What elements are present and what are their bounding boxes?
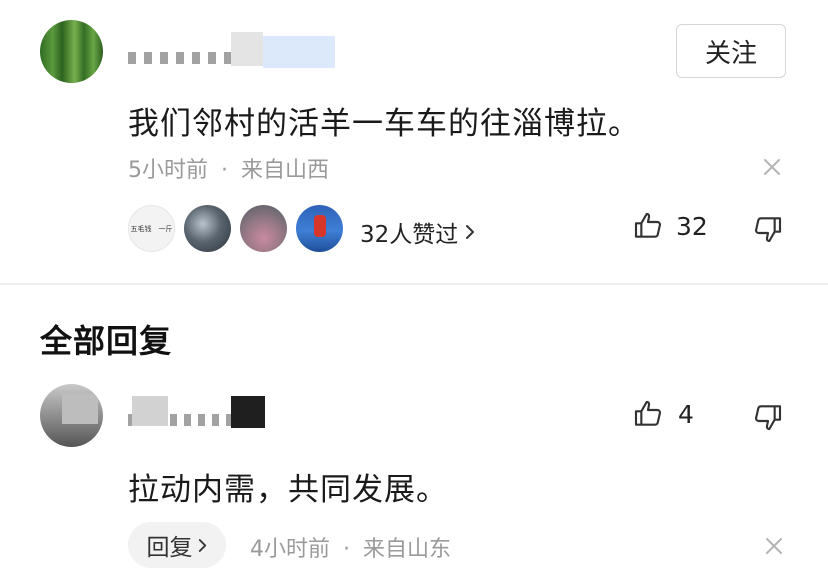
comment-time: 5小时前 xyxy=(128,158,208,183)
meta-separator: · xyxy=(221,158,228,183)
close-icon[interactable] xyxy=(762,534,786,558)
reply-dislike-button[interactable] xyxy=(752,401,784,433)
likers-count-text: 32人赞过 xyxy=(360,222,459,248)
close-icon[interactable] xyxy=(760,155,784,179)
follow-button[interactable]: 关注 xyxy=(676,24,786,78)
liker-avatar[interactable] xyxy=(296,205,343,252)
reply-location: 来自山东 xyxy=(363,537,452,562)
reply-button[interactable]: 回复 xyxy=(128,522,226,568)
reply-like-button[interactable]: 4 xyxy=(632,398,694,430)
commenter-username-redacted[interactable] xyxy=(128,32,338,70)
meta-separator: · xyxy=(343,537,350,562)
liker-avatar[interactable] xyxy=(184,205,231,252)
liker-avatar[interactable] xyxy=(240,205,287,252)
replier-username-redacted[interactable] xyxy=(128,396,268,430)
reply-button-label: 回复 xyxy=(146,535,193,561)
thumbs-down-icon xyxy=(752,401,784,433)
chevron-right-icon xyxy=(464,224,476,240)
comment-location: 来自山西 xyxy=(241,158,330,183)
thumbs-down-icon xyxy=(752,213,784,245)
commenter-avatar[interactable] xyxy=(40,20,103,83)
reply-like-count: 4 xyxy=(678,399,694,429)
likers-link[interactable]: 32人赞过 xyxy=(360,215,476,249)
section-divider xyxy=(0,283,828,285)
like-button[interactable]: 32 xyxy=(632,210,708,242)
thumbs-up-icon xyxy=(632,210,664,242)
section-title: 全部回复 xyxy=(40,322,173,360)
chevron-right-icon xyxy=(197,538,208,553)
comment-text: 我们邻村的活羊一车车的往淄博拉。 xyxy=(128,106,640,142)
thumbs-up-icon xyxy=(632,398,664,430)
liker-avatar-text: 五毛钱 一斤 xyxy=(130,224,173,233)
like-count: 32 xyxy=(676,211,708,241)
replier-avatar[interactable] xyxy=(40,384,103,447)
reply-time: 4小时前 xyxy=(250,537,330,562)
reply-meta: 4小时前 · 来自山东 xyxy=(250,531,451,563)
liker-avatar[interactable]: 五毛钱 一斤 xyxy=(128,205,175,252)
dislike-button[interactable] xyxy=(752,213,784,245)
reply-text: 拉动内需，共同发展。 xyxy=(128,472,448,508)
comment-meta: 5小时前 · 来自山西 xyxy=(128,152,329,184)
